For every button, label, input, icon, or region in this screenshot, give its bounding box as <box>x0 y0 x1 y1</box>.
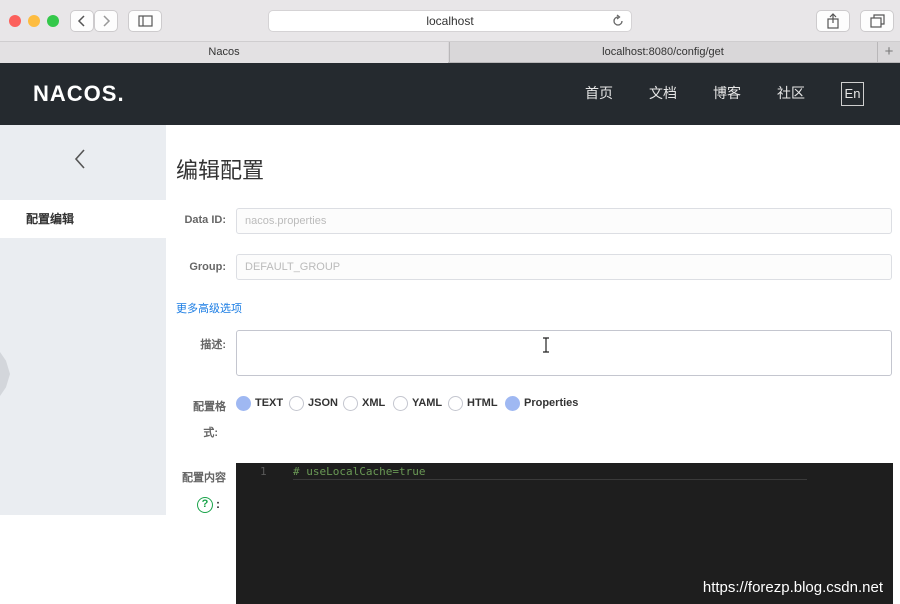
format-option-json[interactable]: JSON <box>308 397 338 409</box>
tab-label: Nacos <box>208 46 240 58</box>
config-content-editor[interactable]: 1 # useLocalCache=true https://forezp.bl… <box>236 463 893 604</box>
app-header: NACOS. 首页 文档 博客 社区 En <box>0 63 900 125</box>
chevron-right-icon <box>103 15 111 27</box>
chevron-left-icon <box>77 15 85 27</box>
help-icon[interactable]: ? <box>197 497 213 513</box>
format-radio-properties[interactable] <box>505 396 520 411</box>
sidebar-item-config-edit[interactable]: 配置编辑 <box>0 200 166 238</box>
group-label: Group: <box>189 261 226 273</box>
nacos-logo[interactable]: NACOS. <box>33 81 125 107</box>
sidebar: 配置编辑 <box>0 125 166 515</box>
sidebar-toggle-button[interactable] <box>128 10 162 32</box>
tabs-icon <box>870 14 885 28</box>
current-line-highlight <box>293 479 807 480</box>
tab-config-get[interactable]: localhost:8080/config/get <box>449 42 876 63</box>
maximize-window-button[interactable] <box>47 15 59 27</box>
format-option-text[interactable]: TEXT <box>255 397 283 409</box>
tabs-overview-button[interactable] <box>860 10 894 32</box>
format-radio-text[interactable] <box>236 396 251 411</box>
group-field[interactable]: DEFAULT_GROUP <box>236 254 892 280</box>
tab-label: localhost:8080/config/get <box>602 46 724 58</box>
share-icon <box>827 13 839 29</box>
sidebar-icon <box>138 15 153 27</box>
line-number: 1 <box>260 465 267 478</box>
data-id-field[interactable]: nacos.properties <box>236 208 892 234</box>
sidebar-collapse-button[interactable] <box>72 147 88 176</box>
content-label-colon: : <box>216 497 220 511</box>
nav-community[interactable]: 社区 <box>777 83 805 103</box>
nav-blog[interactable]: 博客 <box>713 83 741 103</box>
format-option-html[interactable]: HTML <box>467 397 498 409</box>
back-button[interactable] <box>70 10 94 32</box>
browser-toolbar: localhost <box>0 0 900 42</box>
new-tab-button[interactable]: + <box>877 42 900 63</box>
advanced-options-link[interactable]: 更多高级选项 <box>176 300 242 316</box>
format-radio-html[interactable] <box>448 396 463 411</box>
format-option-properties[interactable]: Properties <box>524 397 578 409</box>
code-line: # useLocalCache=true <box>293 465 426 478</box>
tab-bar: Nacos localhost:8080/config/get + <box>0 42 900 63</box>
description-label: 描述: <box>200 339 226 351</box>
sidebar-item-label: 配置编辑 <box>26 212 75 226</box>
page-title: 编辑配置 <box>176 158 265 183</box>
format-option-yaml[interactable]: YAML <box>412 397 442 409</box>
share-button[interactable] <box>816 10 850 32</box>
close-window-button[interactable] <box>9 15 21 27</box>
format-radio-json[interactable] <box>289 396 304 411</box>
forward-button[interactable] <box>94 10 118 32</box>
address-bar[interactable]: localhost <box>268 10 632 32</box>
format-option-xml[interactable]: XML <box>362 397 385 409</box>
content-label: 配置内容 <box>182 472 226 484</box>
language-switch-button[interactable]: En <box>841 82 864 106</box>
data-id-label: Data ID: <box>184 214 226 226</box>
address-text: localhost <box>426 14 474 28</box>
description-textarea[interactable] <box>236 330 892 376</box>
format-label-line2: 式: <box>203 427 218 439</box>
format-radio-yaml[interactable] <box>393 396 408 411</box>
watermark: https://forezp.blog.csdn.net <box>702 579 883 596</box>
reload-icon[interactable] <box>611 14 625 28</box>
nav-docs[interactable]: 文档 <box>649 83 677 103</box>
text-cursor-icon <box>543 337 549 353</box>
tab-nacos[interactable]: Nacos <box>0 42 448 63</box>
format-label-line1: 配置格 <box>193 401 226 413</box>
format-radio-xml[interactable] <box>343 396 358 411</box>
chevron-left-icon <box>74 149 85 169</box>
nav-home[interactable]: 首页 <box>585 83 613 103</box>
minimize-window-button[interactable] <box>28 15 40 27</box>
